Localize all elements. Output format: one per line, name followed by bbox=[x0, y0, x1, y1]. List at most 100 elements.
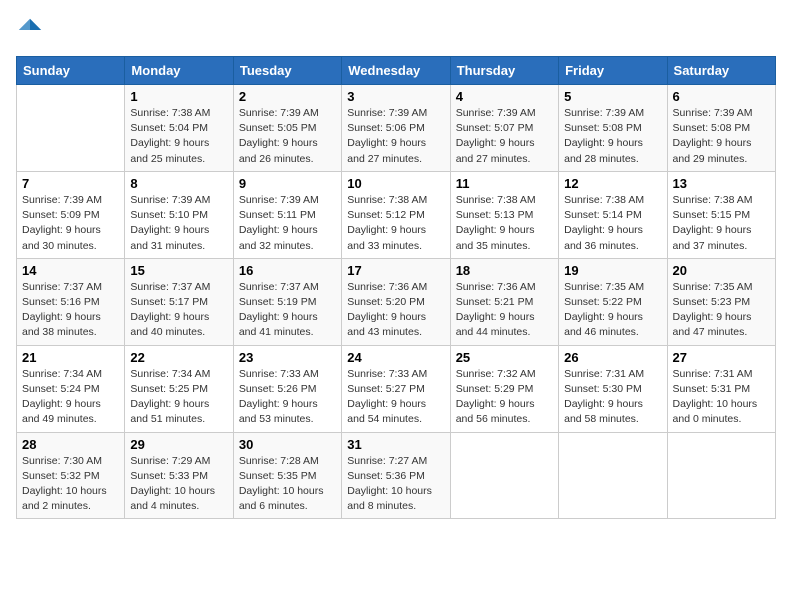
calendar-week-1: 1 Sunrise: 7:38 AM Sunset: 5:04 PM Daylig… bbox=[17, 85, 776, 172]
day-info: Sunrise: 7:35 AM Sunset: 5:23 PM Dayligh… bbox=[673, 280, 770, 341]
calendar-week-4: 21Sunrise: 7:34 AM Sunset: 5:24 PM Dayli… bbox=[17, 345, 776, 432]
calendar-cell bbox=[17, 85, 125, 172]
day-info: Sunrise: 7:37 AM Sunset: 5:16 PM Dayligh… bbox=[22, 280, 119, 341]
day-header-sunday: Sunday bbox=[17, 57, 125, 85]
day-number: 15 bbox=[130, 263, 227, 278]
day-number: 7 bbox=[22, 176, 119, 191]
calendar-cell: 8 Sunrise: 7:39 AM Sunset: 5:10 PM Daylig… bbox=[125, 171, 233, 258]
calendar-week-3: 14 Sunrise: 7:37 AM Sunset: 5:16 PM Dayli… bbox=[17, 258, 776, 345]
day-header-thursday: Thursday bbox=[450, 57, 558, 85]
calendar-cell bbox=[667, 432, 775, 519]
day-number: 22 bbox=[130, 350, 227, 365]
calendar-cell: 6 Sunrise: 7:39 AM Sunset: 5:08 PM Daylig… bbox=[667, 85, 775, 172]
day-header-wednesday: Wednesday bbox=[342, 57, 450, 85]
day-number: 3 bbox=[347, 89, 444, 104]
calendar-week-2: 7 Sunrise: 7:39 AM Sunset: 5:09 PM Daylig… bbox=[17, 171, 776, 258]
day-info: Sunrise: 7:39 AM Sunset: 5:06 PM Dayligh… bbox=[347, 106, 444, 167]
calendar-cell: 4 Sunrise: 7:39 AM Sunset: 5:07 PM Daylig… bbox=[450, 85, 558, 172]
day-number: 20 bbox=[673, 263, 770, 278]
day-number: 21 bbox=[22, 350, 119, 365]
day-info: Sunrise: 7:38 AM Sunset: 5:12 PM Dayligh… bbox=[347, 193, 444, 254]
page-header bbox=[16, 16, 776, 44]
day-number: 12 bbox=[564, 176, 661, 191]
calendar-cell: 13 Sunrise: 7:38 AM Sunset: 5:15 PM Dayli… bbox=[667, 171, 775, 258]
day-number: 26 bbox=[564, 350, 661, 365]
day-number: 8 bbox=[130, 176, 227, 191]
calendar-cell: 2 Sunrise: 7:39 AM Sunset: 5:05 PM Daylig… bbox=[233, 85, 341, 172]
day-header-tuesday: Tuesday bbox=[233, 57, 341, 85]
day-info: Sunrise: 7:39 AM Sunset: 5:08 PM Dayligh… bbox=[673, 106, 770, 167]
day-number: 18 bbox=[456, 263, 553, 278]
calendar-cell: 20 Sunrise: 7:35 AM Sunset: 5:23 PM Dayli… bbox=[667, 258, 775, 345]
day-info: Sunrise: 7:38 AM Sunset: 5:15 PM Dayligh… bbox=[673, 193, 770, 254]
day-number: 13 bbox=[673, 176, 770, 191]
calendar-cell: 9 Sunrise: 7:39 AM Sunset: 5:11 PM Daylig… bbox=[233, 171, 341, 258]
day-info: Sunrise: 7:36 AM Sunset: 5:20 PM Dayligh… bbox=[347, 280, 444, 341]
calendar-cell: 26Sunrise: 7:31 AM Sunset: 5:30 PM Dayli… bbox=[559, 345, 667, 432]
day-header-friday: Friday bbox=[559, 57, 667, 85]
calendar-cell: 12 Sunrise: 7:38 AM Sunset: 5:14 PM Dayli… bbox=[559, 171, 667, 258]
day-info: Sunrise: 7:39 AM Sunset: 5:09 PM Dayligh… bbox=[22, 193, 119, 254]
day-info: Sunrise: 7:39 AM Sunset: 5:08 PM Dayligh… bbox=[564, 106, 661, 167]
day-info: Sunrise: 7:39 AM Sunset: 5:10 PM Dayligh… bbox=[130, 193, 227, 254]
calendar-header-row: SundayMondayTuesdayWednesdayThursdayFrid… bbox=[17, 57, 776, 85]
day-info: Sunrise: 7:30 AM Sunset: 5:32 PM Dayligh… bbox=[22, 454, 119, 515]
day-info: Sunrise: 7:33 AM Sunset: 5:26 PM Dayligh… bbox=[239, 367, 336, 428]
day-number: 25 bbox=[456, 350, 553, 365]
day-info: Sunrise: 7:35 AM Sunset: 5:22 PM Dayligh… bbox=[564, 280, 661, 341]
day-info: Sunrise: 7:29 AM Sunset: 5:33 PM Dayligh… bbox=[130, 454, 227, 515]
logo bbox=[16, 16, 48, 44]
calendar-cell: 3 Sunrise: 7:39 AM Sunset: 5:06 PM Daylig… bbox=[342, 85, 450, 172]
calendar-cell: 1 Sunrise: 7:38 AM Sunset: 5:04 PM Daylig… bbox=[125, 85, 233, 172]
calendar-cell bbox=[559, 432, 667, 519]
day-number: 16 bbox=[239, 263, 336, 278]
calendar-cell: 15Sunrise: 7:37 AM Sunset: 5:17 PM Dayli… bbox=[125, 258, 233, 345]
calendar-cell: 27Sunrise: 7:31 AM Sunset: 5:31 PM Dayli… bbox=[667, 345, 775, 432]
day-number: 29 bbox=[130, 437, 227, 452]
day-info: Sunrise: 7:28 AM Sunset: 5:35 PM Dayligh… bbox=[239, 454, 336, 515]
day-number: 2 bbox=[239, 89, 336, 104]
day-number: 17 bbox=[347, 263, 444, 278]
day-number: 10 bbox=[347, 176, 444, 191]
day-number: 5 bbox=[564, 89, 661, 104]
day-number: 9 bbox=[239, 176, 336, 191]
day-number: 6 bbox=[673, 89, 770, 104]
calendar-cell bbox=[450, 432, 558, 519]
day-header-saturday: Saturday bbox=[667, 57, 775, 85]
calendar-cell: 7 Sunrise: 7:39 AM Sunset: 5:09 PM Daylig… bbox=[17, 171, 125, 258]
calendar-cell: 5 Sunrise: 7:39 AM Sunset: 5:08 PM Daylig… bbox=[559, 85, 667, 172]
day-number: 11 bbox=[456, 176, 553, 191]
calendar-cell: 25 Sunrise: 7:32 AM Sunset: 5:29 PM Dayli… bbox=[450, 345, 558, 432]
day-info: Sunrise: 7:38 AM Sunset: 5:13 PM Dayligh… bbox=[456, 193, 553, 254]
calendar-cell: 22Sunrise: 7:34 AM Sunset: 5:25 PM Dayli… bbox=[125, 345, 233, 432]
day-info: Sunrise: 7:32 AM Sunset: 5:29 PM Dayligh… bbox=[456, 367, 553, 428]
day-number: 19 bbox=[564, 263, 661, 278]
calendar-cell: 10 Sunrise: 7:38 AM Sunset: 5:12 PM Dayli… bbox=[342, 171, 450, 258]
calendar-cell: 24Sunrise: 7:33 AM Sunset: 5:27 PM Dayli… bbox=[342, 345, 450, 432]
logo-icon bbox=[16, 16, 44, 44]
day-info: Sunrise: 7:38 AM Sunset: 5:04 PM Dayligh… bbox=[130, 106, 227, 167]
day-number: 30 bbox=[239, 437, 336, 452]
day-info: Sunrise: 7:39 AM Sunset: 5:07 PM Dayligh… bbox=[456, 106, 553, 167]
day-number: 14 bbox=[22, 263, 119, 278]
calendar-body: 1 Sunrise: 7:38 AM Sunset: 5:04 PM Daylig… bbox=[17, 85, 776, 519]
day-number: 27 bbox=[673, 350, 770, 365]
day-number: 1 bbox=[130, 89, 227, 104]
day-number: 28 bbox=[22, 437, 119, 452]
calendar-cell: 19 Sunrise: 7:35 AM Sunset: 5:22 PM Dayli… bbox=[559, 258, 667, 345]
day-info: Sunrise: 7:39 AM Sunset: 5:11 PM Dayligh… bbox=[239, 193, 336, 254]
calendar-table: SundayMondayTuesdayWednesdayThursdayFrid… bbox=[16, 56, 776, 519]
calendar-cell: 16Sunrise: 7:37 AM Sunset: 5:19 PM Dayli… bbox=[233, 258, 341, 345]
day-number: 31 bbox=[347, 437, 444, 452]
day-number: 4 bbox=[456, 89, 553, 104]
calendar-cell: 30 Sunrise: 7:28 AM Sunset: 5:35 PM Dayli… bbox=[233, 432, 341, 519]
calendar-cell: 21Sunrise: 7:34 AM Sunset: 5:24 PM Dayli… bbox=[17, 345, 125, 432]
day-info: Sunrise: 7:39 AM Sunset: 5:05 PM Dayligh… bbox=[239, 106, 336, 167]
calendar-cell: 17 Sunrise: 7:36 AM Sunset: 5:20 PM Dayli… bbox=[342, 258, 450, 345]
calendar-cell: 14 Sunrise: 7:37 AM Sunset: 5:16 PM Dayli… bbox=[17, 258, 125, 345]
calendar-cell: 23Sunrise: 7:33 AM Sunset: 5:26 PM Dayli… bbox=[233, 345, 341, 432]
day-info: Sunrise: 7:38 AM Sunset: 5:14 PM Dayligh… bbox=[564, 193, 661, 254]
day-info: Sunrise: 7:36 AM Sunset: 5:21 PM Dayligh… bbox=[456, 280, 553, 341]
calendar-week-5: 28 Sunrise: 7:30 AM Sunset: 5:32 PM Dayli… bbox=[17, 432, 776, 519]
day-info: Sunrise: 7:27 AM Sunset: 5:36 PM Dayligh… bbox=[347, 454, 444, 515]
